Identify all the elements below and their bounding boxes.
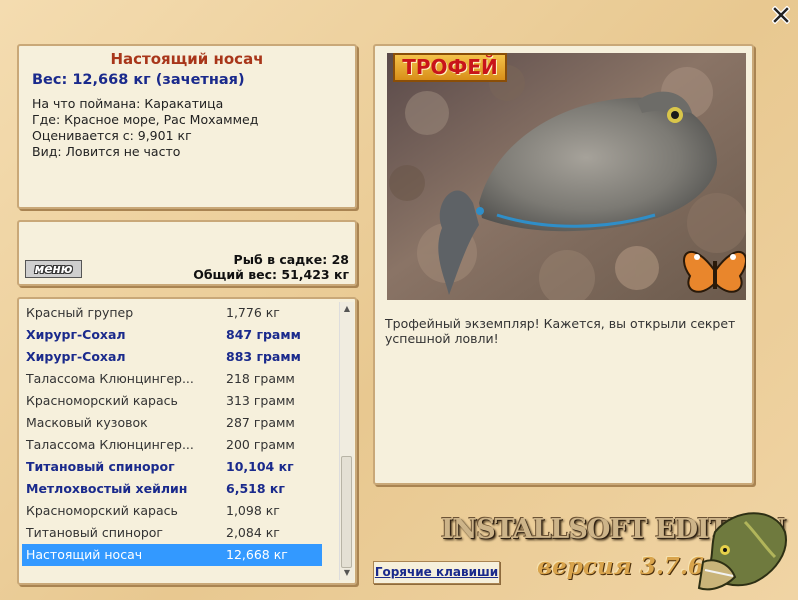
fish-name: Титановый спинорог	[26, 459, 175, 474]
trophy-badge-label: ТРОФЕЙ	[402, 55, 498, 79]
fish-weight-value: 12,668 кг	[226, 547, 288, 562]
fish-weight-value: 6,518 кг	[226, 481, 285, 496]
fish-weight-value: 2,084 кг	[226, 525, 280, 540]
fish-name: Настоящий носач	[26, 547, 143, 562]
fish-name: Масковый кузовок	[26, 415, 148, 430]
scroll-up-icon[interactable]: ▲	[340, 302, 354, 316]
fish-weight-value: 218 грамм	[226, 371, 295, 386]
fish-name: Красноморский карась	[26, 503, 178, 518]
close-icon[interactable]	[771, 5, 791, 25]
list-item[interactable]: Титановый спинорог 10,104 кг	[22, 456, 322, 478]
fish-location: Где: Красное море, Рас Мохаммед	[32, 112, 259, 127]
list-scrollbar[interactable]: ▲ ▼	[339, 302, 354, 580]
hotkeys-button[interactable]: Горячие клавиши	[373, 561, 500, 584]
list-item[interactable]: Титановый спинорог 2,084 кг	[22, 522, 322, 544]
list-item[interactable]: Масковый кузовок 287 грамм	[22, 412, 322, 434]
fish-photo	[387, 53, 746, 300]
cage-count: Рыб в садке: 28	[233, 252, 349, 267]
fish-title: Настоящий носач	[110, 50, 264, 68]
fish-bait: На что поймана: Каракатица	[32, 96, 224, 111]
fish-name: Красный групер	[26, 305, 134, 320]
hotkeys-label: Горячие клавиши	[374, 565, 499, 579]
fish-weight-value: 1,098 кг	[226, 503, 280, 518]
fish-name: Талассома Клюнцингер...	[26, 371, 194, 386]
fish-weight-value: 10,104 кг	[226, 459, 294, 474]
fish-weight-value: 200 грамм	[226, 437, 295, 452]
fish-name: Красноморский карась	[26, 393, 178, 408]
cage-stats-panel: меню Рыб в садке: 28 Общий вес: 51,423 к…	[17, 220, 357, 286]
version-label: версия 3.7.6	[537, 553, 704, 580]
fish-name: Хирург-Сохал	[26, 327, 126, 342]
list-item[interactable]: Красноморский карась 1,098 кг	[22, 500, 322, 522]
pike-logo	[697, 512, 787, 591]
menu-button-label: меню	[34, 262, 73, 276]
fish-name: Титановый спинорог	[26, 525, 163, 540]
fish-trophy-threshold: Оценивается с: 9,901 кг	[32, 128, 192, 143]
list-item[interactable]: Метлохвостый хейлин 6,518 кг	[22, 478, 322, 500]
list-item[interactable]: Талассома Клюнцингер... 200 грамм	[22, 434, 322, 456]
list-item[interactable]: Хирург-Сохал 847 грамм	[22, 324, 322, 346]
fish-weight: Вес: 12,668 кг (зачетная)	[32, 72, 245, 88]
list-item[interactable]: Талассома Клюнцингер... 218 грамм	[22, 368, 322, 390]
fish-weight-value: 313 грамм	[226, 393, 295, 408]
scroll-down-icon[interactable]: ▼	[340, 566, 354, 580]
fish-rarity: Вид: Ловится не часто	[32, 144, 181, 159]
fish-name: Метлохвостый хейлин	[26, 481, 188, 496]
list-item[interactable]: Красноморский карась 313 грамм	[22, 390, 322, 412]
fish-weight-value: 287 грамм	[226, 415, 295, 430]
fish-weight-value: 1,776 кг	[226, 305, 280, 320]
menu-button[interactable]: меню	[25, 260, 82, 278]
fish-info-panel: Настоящий носач Вес: 12,668 кг (зачетная…	[17, 44, 357, 209]
fish-name: Талассома Клюнцингер...	[26, 437, 194, 452]
trophy-photo-panel: Трофейный экземпляр! Кажется, вы открыли…	[373, 44, 754, 485]
fish-weight-value: 883 грамм	[226, 349, 301, 364]
list-item[interactable]: Красный групер 1,776 кг	[22, 302, 322, 324]
scroll-thumb[interactable]	[341, 456, 352, 568]
trophy-icon: ТРОФЕЙ	[393, 53, 507, 82]
catch-list[interactable]: Красный групер 1,776 кг Хирург-Сохал 847 гр…	[17, 297, 357, 585]
total-weight: Общий вес: 51,423 кг	[193, 267, 349, 282]
list-item-selected[interactable]: Настоящий носач 12,668 кг	[22, 544, 322, 566]
trophy-description: Трофейный экземпляр! Кажется, вы открыли…	[385, 316, 736, 346]
fish-weight-value: 847 грамм	[226, 327, 301, 342]
fish-name: Хирург-Сохал	[26, 349, 126, 364]
list-item[interactable]: Хирург-Сохал 883 грамм	[22, 346, 322, 368]
